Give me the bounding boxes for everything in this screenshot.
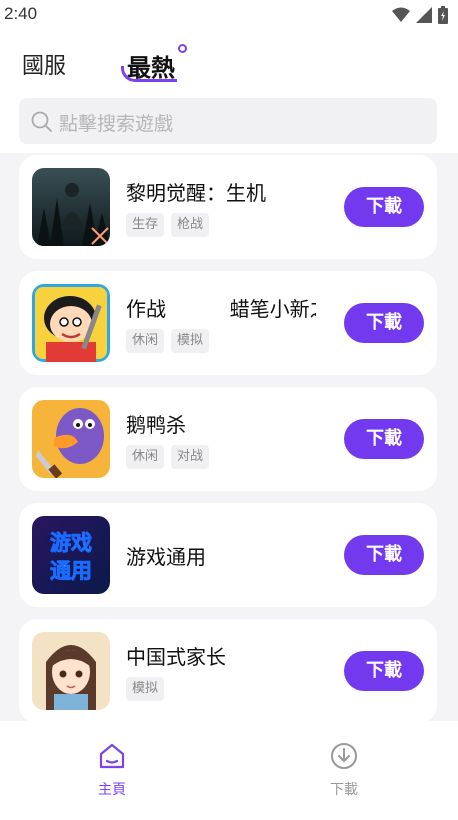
home-icon bbox=[99, 743, 125, 769]
download-button[interactable]: 下載 bbox=[344, 303, 424, 343]
game-thumbnail[interactable] bbox=[32, 632, 110, 710]
game-thumbnail[interactable] bbox=[32, 400, 110, 478]
game-tags: 休闲 模拟 bbox=[126, 329, 210, 353]
thumb-text-line2: 通用 bbox=[50, 559, 92, 583]
top-tabs: 國服 最熱 bbox=[0, 40, 458, 90]
wifi-icon bbox=[392, 7, 410, 22]
game-list[interactable]: 黎明觉醒：生机 生存 枪战 下載 作战 蜡笔小新之 休闲 模拟 下載 鹅鸭杀 休… bbox=[0, 153, 458, 721]
game-tags: 生存 枪战 bbox=[126, 213, 210, 237]
game-thumbnail[interactable]: 游戏 通用 bbox=[32, 516, 110, 594]
battery-icon bbox=[438, 6, 448, 24]
status-time: 2:40 bbox=[4, 4, 38, 23]
download-button[interactable]: 下載 bbox=[344, 651, 424, 691]
game-tag: 休闲 bbox=[126, 445, 165, 469]
game-tag: 对战 bbox=[171, 445, 210, 469]
game-title: 鹅鸭杀 bbox=[126, 413, 186, 437]
nav-home-label: 主頁 bbox=[98, 782, 126, 798]
game-tag: 生存 bbox=[126, 213, 165, 237]
download-button[interactable]: 下載 bbox=[344, 187, 424, 227]
game-tag: 模拟 bbox=[171, 329, 210, 353]
game-title: 游戏通用 bbox=[126, 545, 206, 569]
thumb-text-line1: 游戏 bbox=[50, 531, 92, 555]
game-card[interactable]: 鹅鸭杀 休闲 对战 下載 bbox=[19, 387, 437, 491]
bottom-nav: 主頁 下載 bbox=[0, 721, 458, 820]
status-icons bbox=[392, 6, 448, 24]
signal-icon bbox=[416, 7, 432, 23]
nav-download[interactable]: 下載 bbox=[304, 741, 384, 799]
tab-guofu[interactable]: 國服 bbox=[22, 48, 66, 80]
game-card[interactable]: 作战 蜡笔小新之 休闲 模拟 下載 bbox=[19, 271, 437, 375]
search-placeholder: 點擊搜索遊戲 bbox=[59, 113, 174, 135]
search-icon bbox=[31, 111, 52, 132]
game-thumbnail[interactable] bbox=[32, 284, 110, 362]
game-title: 中国式家长 bbox=[126, 645, 226, 669]
status-bar: 2:40 bbox=[0, 0, 458, 30]
game-title: 黎明觉醒：生机 bbox=[126, 181, 266, 205]
download-button[interactable]: 下載 bbox=[344, 419, 424, 459]
game-card[interactable]: 黎明觉醒：生机 生存 枪战 下載 bbox=[19, 155, 437, 259]
game-card[interactable]: 游戏 通用 游戏通用 下載 bbox=[19, 503, 437, 607]
game-tag: 休闲 bbox=[126, 329, 165, 353]
active-tab-indicator bbox=[121, 66, 177, 82]
download-button[interactable]: 下載 bbox=[344, 535, 424, 575]
search-input[interactable]: 點擊搜索遊戲 bbox=[19, 98, 437, 144]
game-title: 作战 蜡笔小新之 bbox=[126, 297, 316, 321]
game-tags: 模拟 bbox=[126, 677, 165, 701]
tab-dot-indicator bbox=[178, 44, 187, 53]
game-tags: 休闲 对战 bbox=[126, 445, 210, 469]
game-tag: 枪战 bbox=[171, 213, 210, 237]
nav-home[interactable]: 主頁 bbox=[72, 741, 152, 799]
game-thumbnail[interactable] bbox=[32, 168, 110, 246]
game-tag: 模拟 bbox=[126, 677, 165, 701]
download-circle-icon bbox=[331, 743, 357, 769]
game-card[interactable]: 中国式家长 模拟 下載 bbox=[19, 619, 437, 721]
nav-download-label: 下載 bbox=[330, 782, 358, 798]
